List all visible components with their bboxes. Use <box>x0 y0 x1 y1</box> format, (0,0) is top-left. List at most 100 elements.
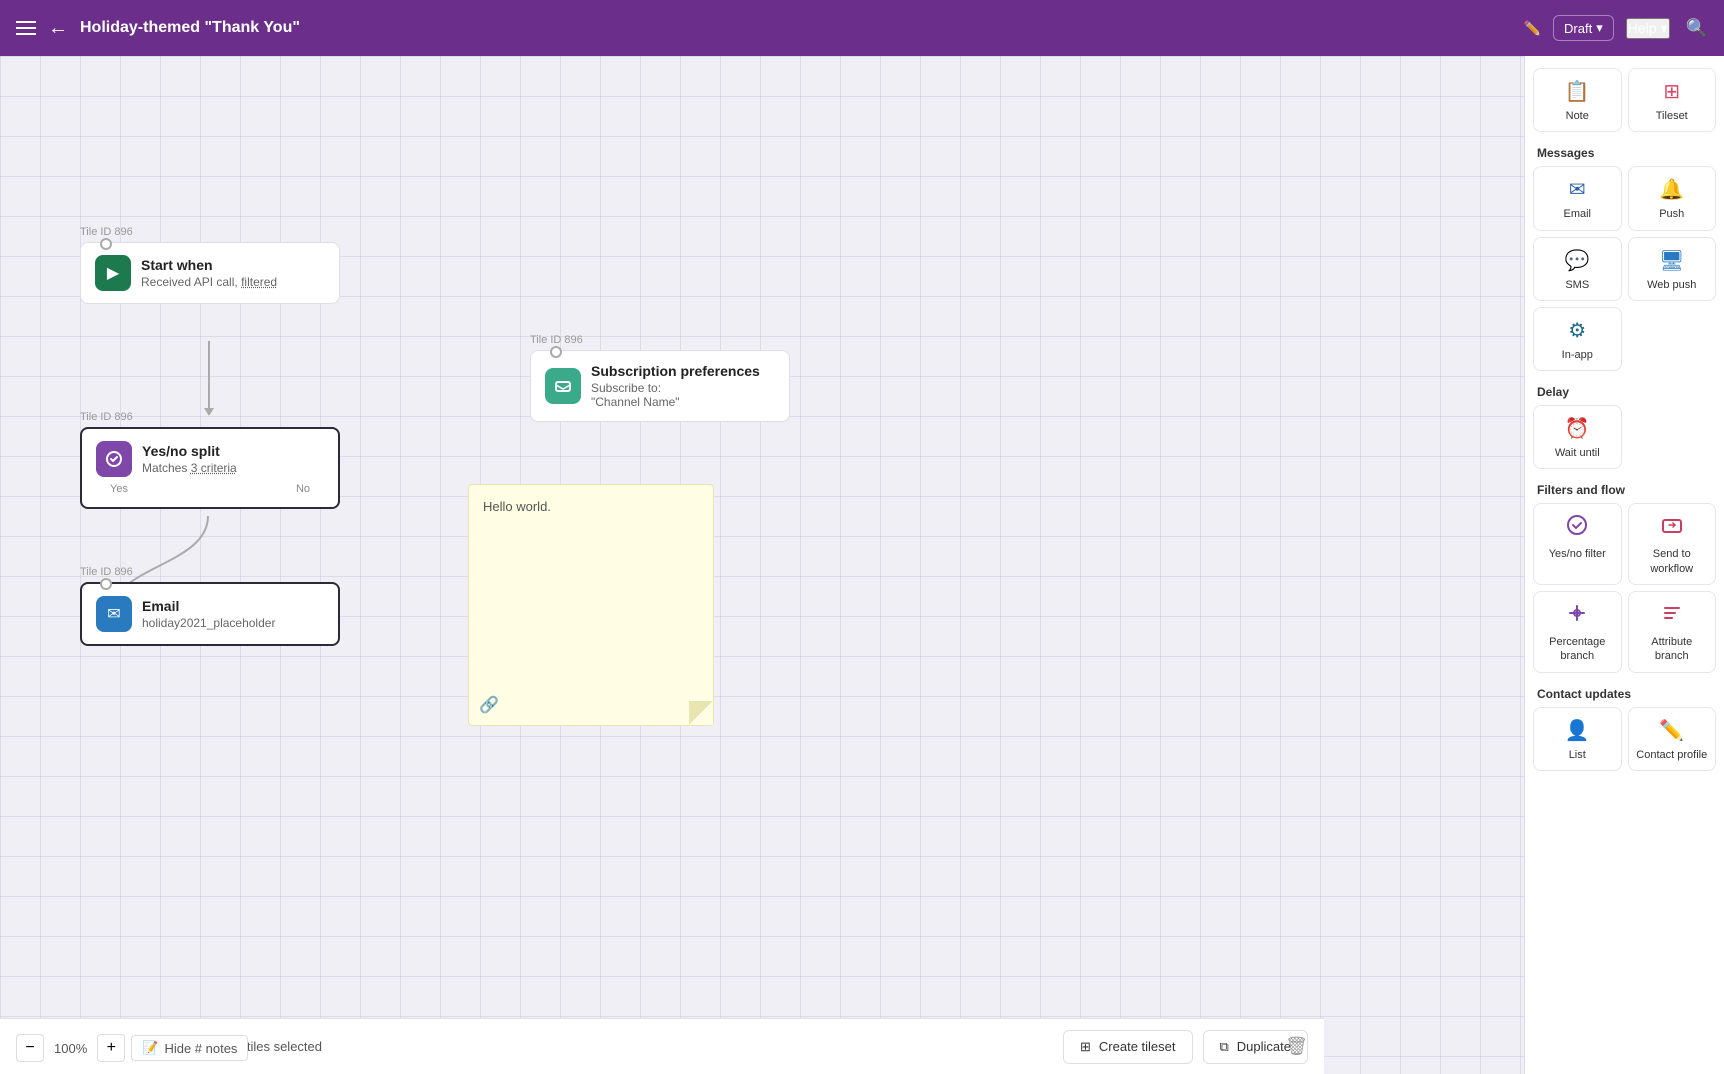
panel-item-tileset[interactable]: ⊞ Tileset <box>1628 68 1717 132</box>
inapp-panel-label: In-app <box>1562 348 1593 362</box>
sms-panel-icon: 💬 <box>1565 248 1590 273</box>
zoom-out-button[interactable]: − <box>16 1034 44 1062</box>
subscription-node-title: Subscription preferences <box>591 363 760 379</box>
subscription-node[interactable]: Subscription preferences Subscribe to:"C… <box>530 350 790 422</box>
sticky-note[interactable]: Hello world. 🔗 <box>468 484 714 726</box>
email-connector <box>100 578 112 590</box>
start-node-subtitle: Received API call, filtered <box>141 275 277 289</box>
subscription-node-icon <box>545 368 581 404</box>
filters-section-title: Filters and flow <box>1533 475 1716 503</box>
edit-title-icon[interactable]: ✏️ <box>1524 20 1541 37</box>
draft-status-button[interactable]: Draft ▾ <box>1553 15 1614 41</box>
list-panel-label: List <box>1569 748 1586 762</box>
email-panel-label: Email <box>1563 207 1591 221</box>
panel-item-contact-profile[interactable]: ✏️ Contact profile <box>1628 707 1717 771</box>
email-tile-id: Tile ID 896 <box>80 566 133 578</box>
panel-item-inapp[interactable]: ⚙ In-app <box>1533 307 1622 371</box>
send-workflow-panel-icon <box>1661 514 1683 542</box>
menu-button[interactable] <box>16 21 36 35</box>
start-node-title: Start when <box>141 257 277 273</box>
bottom-actions: ⊞ Create tileset ⧉ Duplicate <box>1063 1030 1308 1064</box>
contact-profile-label: Contact profile <box>1636 748 1707 762</box>
email-node-icon: ✉ <box>96 596 132 632</box>
create-tileset-button[interactable]: ⊞ Create tileset <box>1063 1030 1193 1064</box>
panel-item-push[interactable]: 🔔 Push <box>1628 166 1717 230</box>
attr-branch-panel-icon <box>1661 602 1683 630</box>
no-label: No <box>296 483 310 495</box>
messages-section-title: Messages <box>1533 138 1716 166</box>
zoom-level: 100% <box>50 1041 91 1056</box>
main-layout: Tile ID 896 ▶ Start when Received API ca… <box>0 56 1724 1074</box>
panel-item-yesno-filter[interactable]: Yes/no filter <box>1533 503 1622 585</box>
yesno-node-container: Tile ID 896 Yes/no split Matches 3 crite… <box>80 411 133 427</box>
filters-grid: Yes/no filter Send to workflow <box>1533 503 1716 672</box>
start-node-icon: ▶ <box>95 255 131 291</box>
email-node-subtitle: holiday2021_placeholder <box>142 616 275 630</box>
panel-top-grid: 📋 Note ⊞ Tileset <box>1533 68 1716 132</box>
hide-notes-button[interactable]: 📝 Hide # notes <box>131 1035 248 1061</box>
branch-labels: Yes No <box>96 477 324 495</box>
panel-item-sms[interactable]: 💬 SMS <box>1533 237 1622 301</box>
duplicate-icon: ⧉ <box>1220 1039 1229 1055</box>
panel-item-send-workflow[interactable]: Send to workflow <box>1628 503 1717 585</box>
zoom-in-button[interactable]: + <box>97 1034 125 1062</box>
sms-panel-label: SMS <box>1565 278 1589 292</box>
inapp-panel-icon: ⚙ <box>1568 318 1586 343</box>
topnav-right: Help ▾ 🔍 <box>1626 18 1708 39</box>
yesno-filter-panel-icon <box>1566 514 1588 542</box>
webpush-panel-label: Web push <box>1647 278 1696 292</box>
tileset-icon: ⊞ <box>1080 1039 1091 1055</box>
yesno-filter-label: Yes/no filter <box>1549 547 1606 561</box>
tileset-panel-icon: ⊞ <box>1663 79 1680 104</box>
subscription-node-subtitle: Subscribe to:"Channel Name" <box>591 381 760 409</box>
email-node-title: Email <box>142 598 275 614</box>
page-title: Holiday-themed "Thank You" <box>80 19 1512 37</box>
help-button[interactable]: Help ▾ <box>1626 18 1670 39</box>
start-tile-id: Tile ID 896 <box>80 226 133 238</box>
email-node-container: Tile ID 896 ✉ Email holiday2021_placehol… <box>80 566 133 582</box>
list-panel-icon: 👤 <box>1565 718 1590 743</box>
contact-section-title: Contact updates <box>1533 679 1716 707</box>
subscription-node-container: Tile ID 896 Subscription preferences Sub… <box>530 334 583 350</box>
panel-item-email[interactable]: ✉ Email <box>1533 166 1622 230</box>
yesno-node-subtitle: Matches 3 criteria <box>142 461 237 475</box>
zoom-controls: − 100% + 📝 Hide # notes <box>16 1034 248 1062</box>
yesno-node[interactable]: Yes/no split Matches 3 criteria Yes No <box>80 427 340 509</box>
contact-grid: 👤 List ✏️ Contact profile <box>1533 707 1716 771</box>
pct-branch-label: Percentage branch <box>1540 635 1615 664</box>
tileset-panel-label: Tileset <box>1656 109 1688 123</box>
contact-profile-panel-icon: ✏️ <box>1659 718 1684 743</box>
email-node[interactable]: ✉ Email holiday2021_placeholder <box>80 582 340 646</box>
panel-item-pct-branch[interactable]: Percentage branch <box>1533 591 1622 673</box>
yesno-tile-id: Tile ID 896 <box>80 411 133 423</box>
panel-item-wait[interactable]: ⏰ Wait until <box>1533 405 1622 469</box>
panel-item-attr-branch[interactable]: Attribute branch <box>1628 591 1717 673</box>
yesno-node-title: Yes/no split <box>142 443 237 459</box>
subscription-connector <box>550 346 562 358</box>
note-panel-icon: 📋 <box>1565 79 1590 104</box>
search-icon[interactable]: 🔍 <box>1686 18 1708 39</box>
send-workflow-label: Send to workflow <box>1635 547 1710 576</box>
canvas[interactable]: Tile ID 896 ▶ Start when Received API ca… <box>0 56 1524 1074</box>
back-button[interactable]: ← <box>48 17 68 40</box>
delay-section-title: Delay <box>1533 377 1716 405</box>
start-node-container: Tile ID 896 ▶ Start when Received API ca… <box>80 226 133 242</box>
start-connector <box>100 238 112 250</box>
messages-grid: ✉ Email 🔔 Push 💬 SMS 🖥 Web push ⚙ In-app <box>1533 166 1716 371</box>
subscription-tile-id: Tile ID 896 <box>530 334 583 346</box>
panel-item-note[interactable]: 📋 Note <box>1533 68 1622 132</box>
sticky-note-text: Hello world. <box>483 499 699 514</box>
topnav: ← Holiday-themed "Thank You" ✏️ Draft ▾ … <box>0 0 1724 56</box>
bottom-bar: − 100% + 📝 Hide # notes 2 tiles selected… <box>0 1018 1324 1074</box>
attr-branch-label: Attribute branch <box>1635 635 1710 664</box>
panel-item-webpush[interactable]: 🖥 Web push <box>1628 237 1717 301</box>
sticky-note-link-icon[interactable]: 🔗 <box>479 695 499 715</box>
yes-label: Yes <box>110 483 128 495</box>
start-node[interactable]: ▶ Start when Received API call, filtered <box>80 242 340 304</box>
delete-button[interactable]: 🗑 <box>1285 1036 1308 1057</box>
note-panel-label: Note <box>1566 109 1589 123</box>
push-panel-label: Push <box>1659 207 1684 221</box>
right-panel: 📋 Note ⊞ Tileset Messages ✉ Email 🔔 Push… <box>1524 56 1724 1074</box>
panel-item-list[interactable]: 👤 List <box>1533 707 1622 771</box>
pct-branch-panel-icon <box>1566 602 1588 630</box>
